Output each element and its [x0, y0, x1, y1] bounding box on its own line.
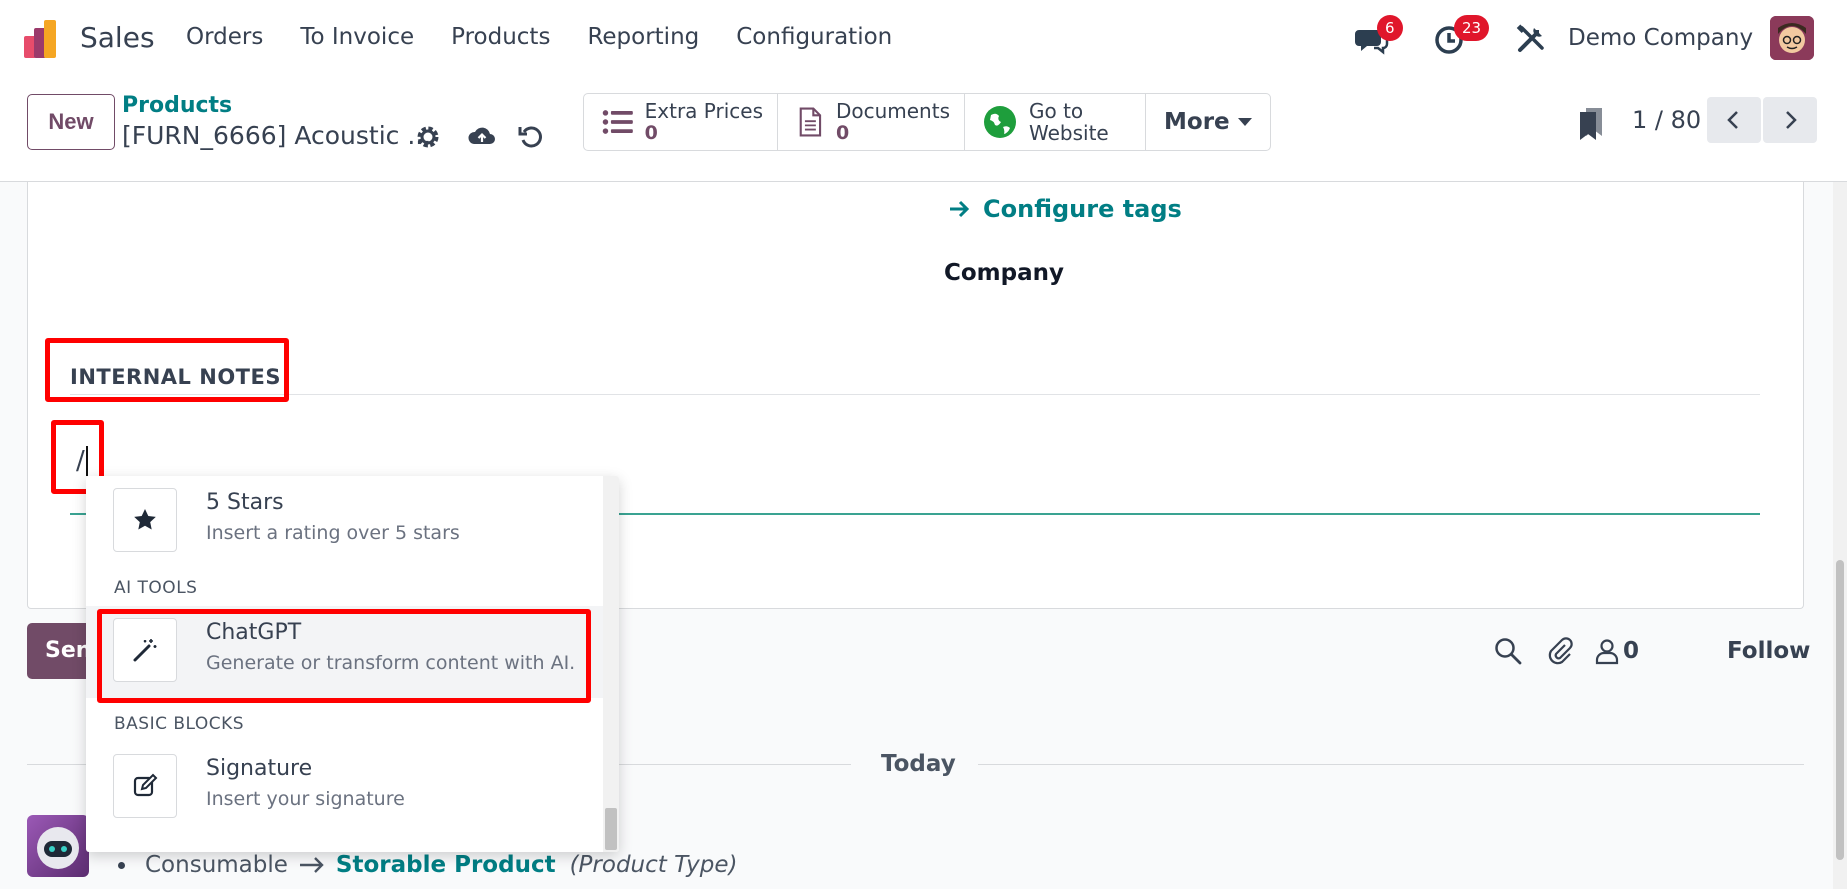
notes-editor-text[interactable]: /	[76, 446, 85, 476]
powerbox-item-description: Insert your signature	[206, 788, 405, 810]
documents-button[interactable]: Documents 0	[778, 94, 965, 150]
date-separator: Today	[881, 751, 956, 777]
user-icon[interactable]	[1592, 636, 1622, 666]
cloud-upload-icon[interactable]	[467, 122, 497, 152]
activities-badge: 23	[1454, 15, 1490, 41]
powerbox-item-5-stars[interactable]: 5 Stars Insert a rating over 5 stars	[86, 476, 604, 568]
pager-next-button[interactable]	[1763, 97, 1817, 143]
search-icon[interactable]	[1493, 636, 1523, 666]
go-to-label: Go to	[1029, 99, 1084, 123]
messages-badge: 6	[1377, 15, 1403, 41]
powerbox-scrollbar-thumb[interactable]	[605, 808, 617, 850]
menu-orders[interactable]: Orders	[186, 24, 263, 50]
powerbox-item-title: ChatGPT	[206, 620, 302, 645]
arrow-right-icon	[950, 200, 970, 218]
user-face-icon	[1770, 16, 1814, 60]
powerbox-item-title: 5 Stars	[206, 490, 284, 515]
tracking-value: Consumable Storable Product (Product Typ…	[118, 852, 738, 878]
main-menu: Orders To Invoice Products Reporting Con…	[186, 24, 929, 50]
extra-prices-count: 0	[644, 122, 658, 144]
signature-icon	[113, 754, 177, 818]
new-button[interactable]: New	[27, 94, 115, 150]
magic-wand-icon	[113, 618, 177, 682]
document-icon	[799, 107, 822, 137]
tracking-field-name: (Product Type)	[569, 852, 738, 878]
internal-notes-header: INTERNAL NOTES	[70, 365, 281, 389]
page-scrollbar-thumb[interactable]	[1836, 560, 1844, 860]
discard-changes-icon[interactable]	[516, 122, 546, 152]
documents-label: Documents	[835, 99, 950, 123]
globe-icon	[984, 106, 1016, 138]
extra-prices-label: Extra Prices	[644, 99, 763, 123]
powerbox-scrollbar-track[interactable]	[603, 476, 619, 852]
record-title: [FURN_6666] Acoustic ...	[122, 121, 432, 150]
pager-previous-button[interactable]	[1707, 97, 1761, 143]
powerbox-dropdown: 5 Stars Insert a rating over 5 stars AI …	[86, 476, 619, 852]
smart-buttons: Extra Prices 0 Documents 0 Go to Website…	[583, 93, 1271, 151]
chevron-right-icon	[1786, 111, 1797, 129]
bot-face-icon	[37, 827, 79, 869]
date-separator-line-right	[978, 764, 1804, 765]
bookmarks-icon[interactable]	[1576, 106, 1606, 140]
menu-configuration[interactable]: Configuration	[736, 24, 892, 50]
control-panel: New Products [FURN_6666] Acoustic ... Ex…	[0, 78, 1847, 182]
breadcrumb-products[interactable]: Products	[122, 93, 232, 118]
odoobot-avatar[interactable]	[27, 815, 89, 877]
user-avatar[interactable]	[1770, 16, 1814, 60]
arrow-right-icon	[299, 857, 324, 873]
list-icon	[602, 110, 633, 134]
top-navbar: Sales Orders To Invoice Products Reporti…	[0, 0, 1847, 78]
follow-button[interactable]: Follow	[1727, 638, 1810, 664]
app-name[interactable]: Sales	[80, 21, 155, 54]
go-to-website-button[interactable]: Go to Website	[965, 94, 1146, 150]
caret-down-icon	[1237, 118, 1252, 126]
more-dropdown[interactable]: More	[1146, 94, 1270, 150]
sales-app-logo-icon[interactable]	[24, 20, 66, 58]
powerbox-item-signature[interactable]: Signature Insert your signature	[86, 742, 604, 834]
documents-count: 0	[835, 122, 850, 144]
star-icon	[113, 488, 177, 552]
powerbox-item-chatgpt[interactable]: ChatGPT Generate or transform content wi…	[86, 606, 604, 698]
configure-tags-label: Configure tags	[983, 195, 1182, 223]
notes-divider	[70, 394, 1760, 395]
tools-icon[interactable]	[1514, 22, 1548, 56]
tracking-old-value: Consumable	[145, 852, 288, 878]
company-switcher[interactable]: Demo Company	[1568, 25, 1753, 51]
more-label: More	[1164, 109, 1230, 135]
powerbox-category-basic-blocks: BASIC BLOCKS	[114, 714, 245, 734]
company-field-label: Company	[944, 260, 1064, 286]
powerbox-item-title: Signature	[206, 756, 313, 781]
menu-reporting[interactable]: Reporting	[587, 24, 699, 50]
paperclip-icon[interactable]	[1545, 636, 1575, 666]
menu-to-invoice[interactable]: To Invoice	[300, 24, 414, 50]
website-label: Website	[1029, 121, 1109, 145]
tracking-new-value: Storable Product	[335, 852, 556, 878]
gear-icon[interactable]	[413, 122, 443, 152]
powerbox-category-ai-tools: AI TOOLS	[114, 578, 198, 598]
extra-prices-button[interactable]: Extra Prices 0	[584, 94, 778, 150]
powerbox-item-description: Generate or transform content with AI.	[206, 652, 576, 674]
configure-tags-link[interactable]: Configure tags	[947, 195, 1182, 223]
pager-value[interactable]: 1 / 80	[1632, 106, 1701, 134]
powerbox-item-description: Insert a rating over 5 stars	[206, 522, 460, 544]
followers-count[interactable]: 0	[1623, 638, 1639, 664]
chevron-left-icon	[1727, 111, 1738, 129]
text-cursor	[86, 446, 88, 476]
menu-products[interactable]: Products	[451, 24, 550, 50]
bullet	[118, 861, 125, 869]
